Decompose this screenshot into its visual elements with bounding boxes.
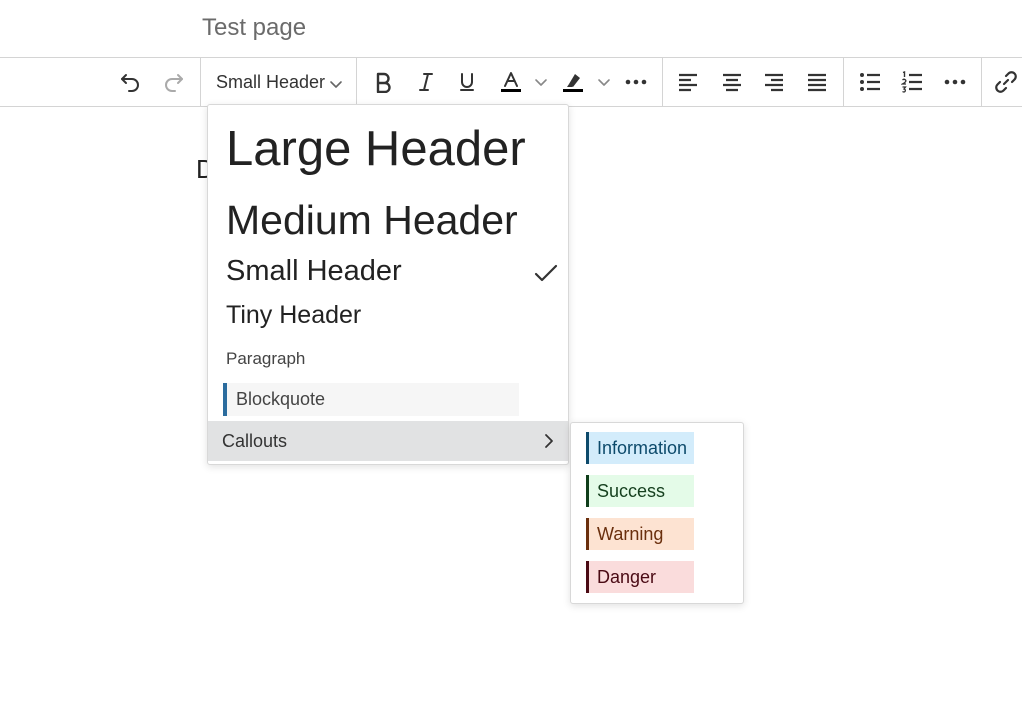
toolbar-divider xyxy=(843,58,844,106)
highlight-button[interactable] xyxy=(556,58,590,106)
underline-icon xyxy=(457,71,477,93)
highlight-icon xyxy=(561,70,585,94)
more-list-options-button[interactable] xyxy=(936,58,974,106)
align-center-button[interactable] xyxy=(714,58,750,106)
callout-success[interactable]: Success xyxy=(586,475,694,507)
menu-item-paragraph[interactable]: Paragraph xyxy=(226,349,305,369)
callout-label: Danger xyxy=(597,566,657,587)
redo-icon xyxy=(163,71,185,93)
callout-danger[interactable]: Danger xyxy=(586,561,694,593)
block-format-label: Small Header xyxy=(216,71,326,92)
undo-button[interactable] xyxy=(112,58,148,106)
chevron-right-icon xyxy=(542,433,556,454)
text-color-dropdown[interactable] xyxy=(530,58,552,106)
more-icon xyxy=(943,78,967,86)
more-icon xyxy=(624,78,648,86)
callout-label: Information xyxy=(597,437,688,458)
underline-button[interactable] xyxy=(450,58,484,106)
align-right-button[interactable] xyxy=(756,58,792,106)
bullet-list-button[interactable] xyxy=(851,58,889,106)
callout-label: Warning xyxy=(597,523,664,544)
insert-link-button[interactable] xyxy=(990,58,1022,106)
undo-icon xyxy=(119,71,141,93)
block-format-select[interactable]: Small Header xyxy=(201,58,356,106)
more-formatting-button[interactable] xyxy=(618,58,654,106)
chevron-down-icon xyxy=(534,75,548,89)
editor-toolbar: Small Header xyxy=(0,57,1022,107)
align-justify-icon xyxy=(806,72,828,92)
italic-icon xyxy=(416,71,436,93)
text-color-icon xyxy=(499,70,523,94)
toolbar-divider xyxy=(662,58,663,106)
menu-item-blockquote[interactable]: Blockquote xyxy=(223,383,519,416)
bullet-list-icon xyxy=(859,72,881,92)
callout-warning[interactable]: Warning xyxy=(586,518,694,550)
menu-item-label: Blockquote xyxy=(236,389,326,409)
bold-button[interactable] xyxy=(366,58,400,106)
menu-item-large-header[interactable]: Large Header xyxy=(226,121,526,177)
toolbar-divider xyxy=(356,58,357,106)
bold-icon xyxy=(373,71,393,93)
numbered-list-button[interactable] xyxy=(893,58,931,106)
chevron-down-icon xyxy=(597,75,611,89)
align-center-icon xyxy=(721,72,743,92)
menu-item-tiny-header[interactable]: Tiny Header xyxy=(226,301,361,330)
menu-item-label: Callouts xyxy=(222,430,288,451)
chevron-down-icon xyxy=(329,75,343,96)
italic-button[interactable] xyxy=(410,58,442,106)
link-icon xyxy=(993,69,1019,95)
menu-item-callouts[interactable]: Callouts xyxy=(208,421,568,461)
callouts-submenu: Information Success Warning Danger xyxy=(570,422,744,604)
align-left-icon xyxy=(677,72,699,92)
numbered-list-icon xyxy=(901,71,923,93)
align-justify-button[interactable] xyxy=(799,58,835,106)
callout-label: Success xyxy=(597,480,666,501)
toolbar-divider xyxy=(981,58,982,106)
align-right-icon xyxy=(763,72,785,92)
block-format-dropdown: Large Header Medium Header Small Header … xyxy=(207,104,569,465)
menu-item-medium-header[interactable]: Medium Header xyxy=(226,197,518,244)
page-title: Test page xyxy=(202,14,307,41)
callout-information[interactable]: Information xyxy=(586,432,694,464)
redo-button[interactable] xyxy=(156,58,192,106)
checkmark-icon xyxy=(534,263,558,288)
align-left-button[interactable] xyxy=(670,58,706,106)
text-color-button[interactable] xyxy=(494,58,528,106)
highlight-dropdown[interactable] xyxy=(593,58,615,106)
menu-item-small-header[interactable]: Small Header xyxy=(226,255,402,288)
